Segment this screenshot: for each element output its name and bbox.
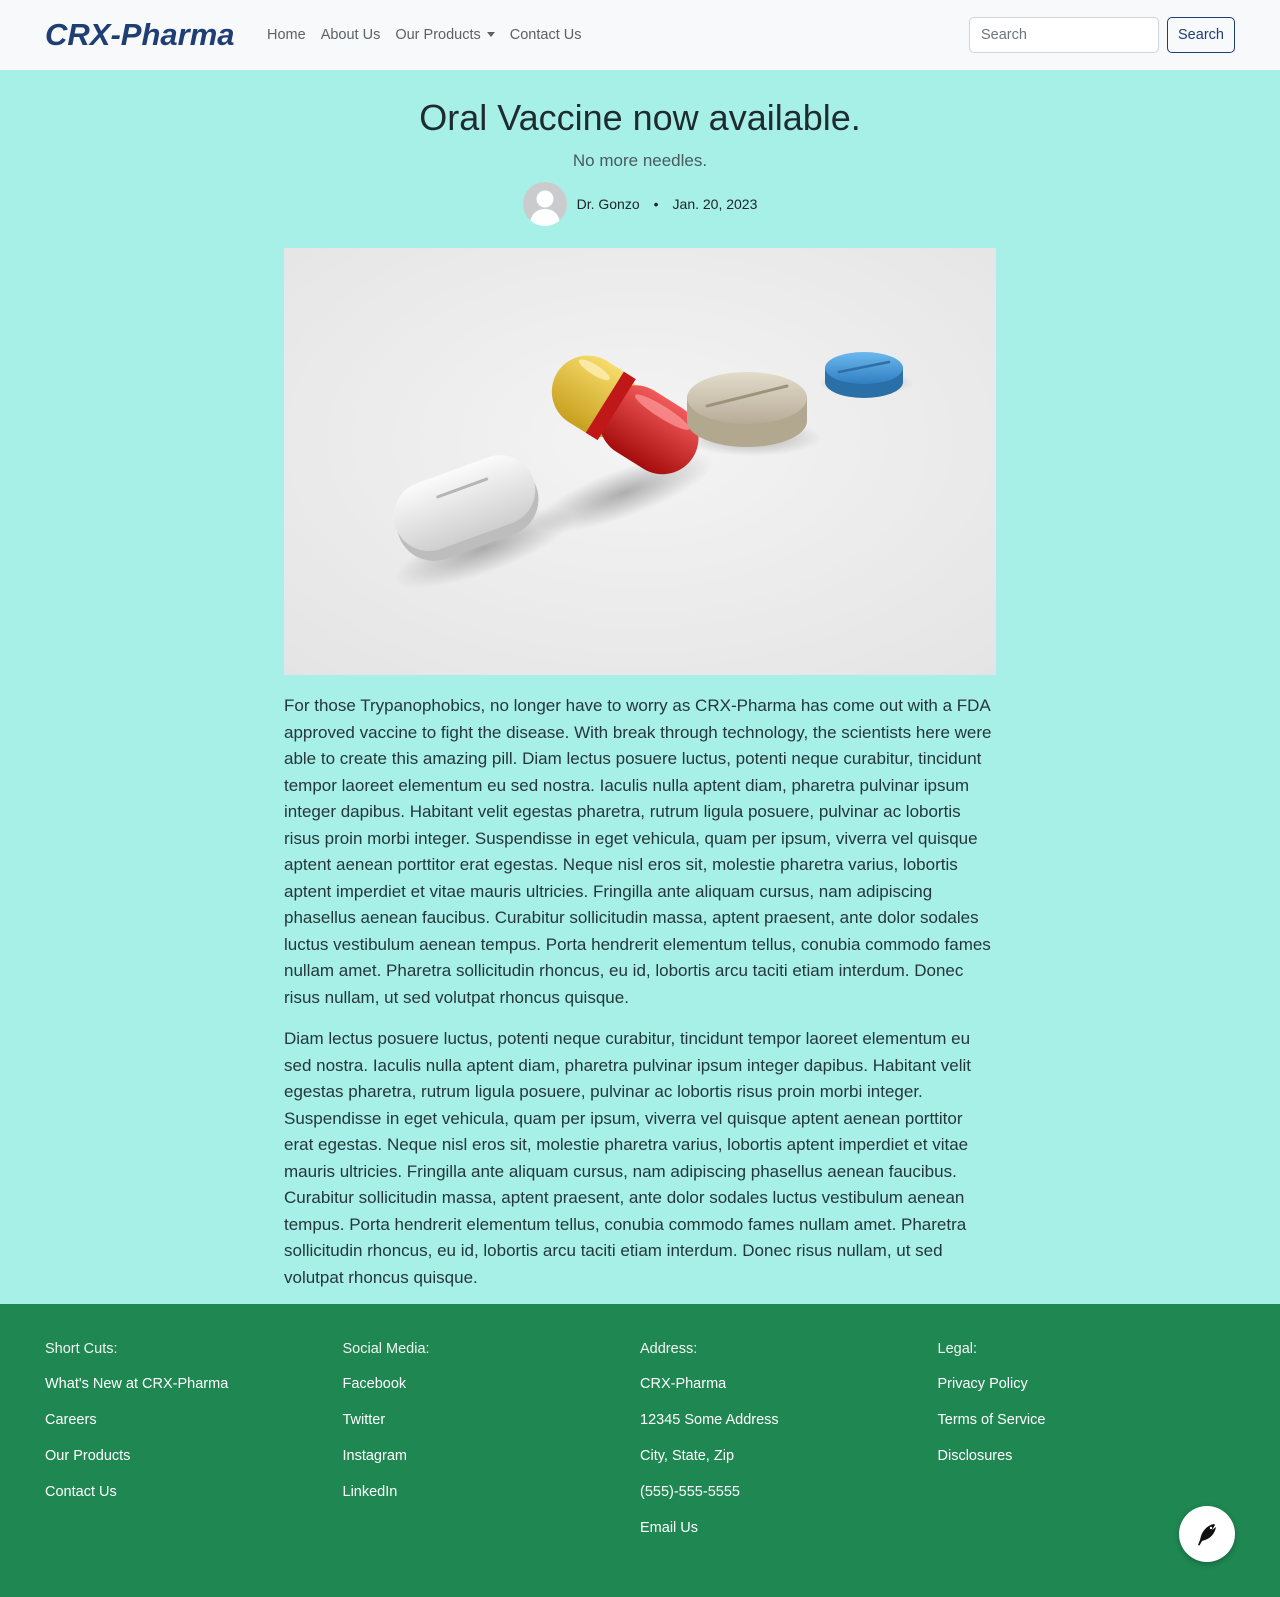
footer-link-facebook[interactable]: Facebook	[343, 1375, 641, 1393]
footer-address-street: 12345 Some Address	[640, 1412, 779, 1429]
byline-separator: •	[653, 196, 659, 213]
footer-heading: Short Cuts:	[45, 1341, 118, 1358]
footer-link-instagram[interactable]: Instagram	[343, 1447, 641, 1465]
footer-address-phone: (555)-555-5555	[640, 1484, 740, 1501]
publish-date: Jan. 20, 2023	[672, 196, 758, 213]
navbar: CRX-Pharma Home About Us Our Products Co…	[0, 0, 1280, 70]
footer-link-contact-us[interactable]: Contact Us	[45, 1483, 343, 1501]
article-title: Oral Vaccine now available.	[419, 97, 861, 138]
author-name: Dr. Gonzo	[576, 196, 640, 213]
footer-heading: Social Media:	[342, 1341, 430, 1358]
footer-address-company: CRX-Pharma	[640, 1376, 727, 1393]
article-header: Oral Vaccine now available. No more need…	[0, 70, 1280, 227]
brand-logo[interactable]: CRX-Pharma	[45, 17, 235, 53]
article-paragraph: For those Trypanophobics, no longer have…	[284, 696, 992, 1007]
footer-link-linkedin[interactable]: LinkedIn	[343, 1483, 641, 1501]
article-paragraph: Diam lectus posuere luctus, potenti nequ…	[284, 1029, 971, 1287]
footer-link-twitter[interactable]: Twitter	[343, 1411, 641, 1429]
footer-link-terms-of-service[interactable]: Terms of Service	[938, 1411, 1236, 1429]
user-avatar-icon	[522, 182, 567, 227]
nav-link-contact-us[interactable]: Contact Us	[502, 27, 589, 43]
nav-dropdown-label: Our Products	[395, 27, 481, 43]
hero-pills-image	[284, 248, 996, 676]
nav-links: Home About Us Our Products Contact Us	[260, 27, 590, 43]
nav-link-home[interactable]: Home	[260, 27, 314, 43]
search-button[interactable]: Search	[1167, 17, 1235, 53]
nav-link-about-us[interactable]: About Us	[313, 27, 388, 43]
footer: Short Cuts: What's New at CRX-Pharma Car…	[0, 1304, 1280, 1597]
footer-column-address: Address: CRX-Pharma 12345 Some Address C…	[640, 1341, 938, 1597]
floating-action-button[interactable]	[1179, 1506, 1235, 1563]
footer-address-city: City, State, Zip	[640, 1448, 735, 1465]
footer-heading: Address:	[640, 1341, 698, 1358]
search-input[interactable]	[969, 17, 1159, 53]
footer-link-our-products[interactable]: Our Products	[45, 1447, 343, 1465]
footer-column-shortcuts: Short Cuts: What's New at CRX-Pharma Car…	[45, 1341, 343, 1597]
byline: Dr. Gonzo • Jan. 20, 2023	[0, 182, 1280, 227]
nav-dropdown-our-products[interactable]: Our Products	[388, 27, 502, 43]
footer-column-legal: Legal: Privacy Policy Terms of Service D…	[938, 1341, 1236, 1597]
footer-link-careers[interactable]: Careers	[45, 1411, 343, 1429]
footer-link-disclosures[interactable]: Disclosures	[938, 1447, 1236, 1465]
footer-link-email-us[interactable]: Email Us	[640, 1519, 938, 1537]
search-form: Search	[969, 17, 1235, 53]
footer-column-social: Social Media: Facebook Twitter Instagram…	[343, 1341, 641, 1597]
caret-down-icon	[486, 31, 495, 37]
quill-pen-icon	[1198, 1524, 1216, 1546]
footer-heading: Legal:	[937, 1341, 978, 1358]
footer-link-privacy-policy[interactable]: Privacy Policy	[938, 1375, 1236, 1393]
article-body: For those Trypanophobics, no longer have…	[284, 693, 996, 1291]
article-subtitle: No more needles.	[572, 151, 708, 171]
footer-link-whats-new[interactable]: What's New at CRX-Pharma	[45, 1375, 343, 1393]
